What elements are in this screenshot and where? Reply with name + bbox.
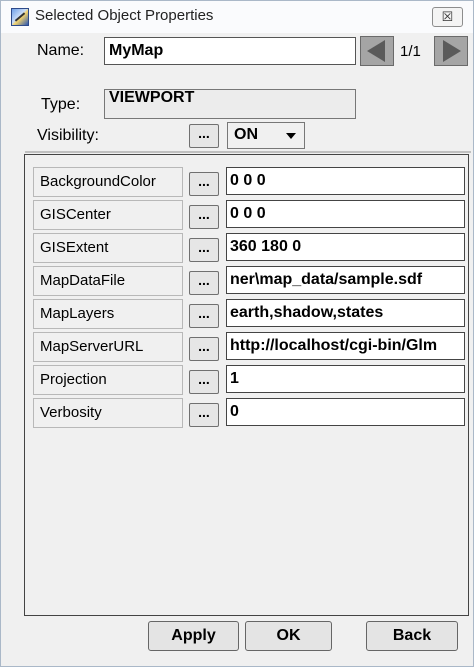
property-row: Verbosity ... 0 bbox=[33, 398, 465, 428]
property-ellipsis-button[interactable]: ... bbox=[189, 238, 219, 262]
apply-button[interactable]: Apply bbox=[148, 621, 239, 651]
name-label: Name: bbox=[37, 42, 85, 59]
window-title: Selected Object Properties bbox=[35, 7, 214, 24]
property-name: GISCenter bbox=[33, 200, 183, 230]
property-ellipsis-button[interactable]: ... bbox=[189, 271, 219, 295]
visibility-dropdown[interactable]: ON bbox=[227, 122, 305, 149]
visibility-ellipsis-button[interactable]: ... bbox=[189, 124, 219, 148]
property-value-field[interactable]: 1 bbox=[226, 365, 465, 393]
property-row: Projection ... 1 bbox=[33, 365, 465, 395]
property-ellipsis-button[interactable]: ... bbox=[189, 304, 219, 328]
property-name: MapLayers bbox=[33, 299, 183, 329]
property-name: BackgroundColor bbox=[33, 167, 183, 197]
type-label: Type: bbox=[41, 96, 81, 113]
property-ellipsis-button[interactable]: ... bbox=[189, 403, 219, 427]
properties-window: Selected Object Properties ☒ Name: MyMap… bbox=[0, 0, 474, 667]
name-field[interactable]: MyMap bbox=[104, 37, 356, 65]
property-name: Verbosity bbox=[33, 398, 183, 428]
property-ellipsis-button[interactable]: ... bbox=[189, 370, 219, 394]
property-value-field[interactable]: ner\map_data/sample.sdf bbox=[226, 266, 465, 294]
chevron-down-icon bbox=[286, 133, 296, 139]
property-row: MapServerURL ... http://localhost/cgi-bi… bbox=[33, 332, 465, 362]
property-value-field[interactable]: earth,shadow,states bbox=[226, 299, 465, 327]
visibility-value: ON bbox=[234, 126, 258, 143]
property-row: GISExtent ... 360 180 0 bbox=[33, 233, 465, 263]
property-row: GISCenter ... 0 0 0 bbox=[33, 200, 465, 230]
property-row: MapLayers ... earth,shadow,states bbox=[33, 299, 465, 329]
right-arrow-icon bbox=[443, 40, 461, 62]
property-name: GISExtent bbox=[33, 233, 183, 263]
ok-button[interactable]: OK bbox=[245, 621, 332, 651]
visibility-label: Visibility: bbox=[37, 127, 99, 144]
page-counter: 1/1 bbox=[400, 43, 421, 60]
title-bar: Selected Object Properties ☒ bbox=[1, 1, 473, 33]
property-ellipsis-button[interactable]: ... bbox=[189, 337, 219, 361]
property-value-field[interactable]: http://localhost/cgi-bin/Glm bbox=[226, 332, 465, 360]
prev-object-button[interactable] bbox=[360, 36, 394, 66]
property-row: BackgroundColor ... 0 0 0 bbox=[33, 167, 465, 197]
property-ellipsis-button[interactable]: ... bbox=[189, 172, 219, 196]
properties-panel: BackgroundColor ... 0 0 0 GISCenter ... … bbox=[24, 154, 469, 616]
property-row: MapDataFile ... ner\map_data/sample.sdf bbox=[33, 266, 465, 296]
left-arrow-icon bbox=[367, 40, 385, 62]
property-value-field[interactable]: 360 180 0 bbox=[226, 233, 465, 261]
next-object-button[interactable] bbox=[434, 36, 468, 66]
property-value-field[interactable]: 0 bbox=[226, 398, 465, 426]
type-field: VIEWPORT bbox=[104, 89, 356, 119]
property-ellipsis-button[interactable]: ... bbox=[189, 205, 219, 229]
property-value-field[interactable]: 0 0 0 bbox=[226, 200, 465, 228]
property-name: MapServerURL bbox=[33, 332, 183, 362]
divider bbox=[25, 151, 471, 153]
pencil-ruler-icon bbox=[11, 8, 29, 26]
close-button[interactable]: ☒ bbox=[432, 7, 463, 27]
back-button[interactable]: Back bbox=[366, 621, 458, 651]
property-name: MapDataFile bbox=[33, 266, 183, 296]
property-value-field[interactable]: 0 0 0 bbox=[226, 167, 465, 195]
property-name: Projection bbox=[33, 365, 183, 395]
